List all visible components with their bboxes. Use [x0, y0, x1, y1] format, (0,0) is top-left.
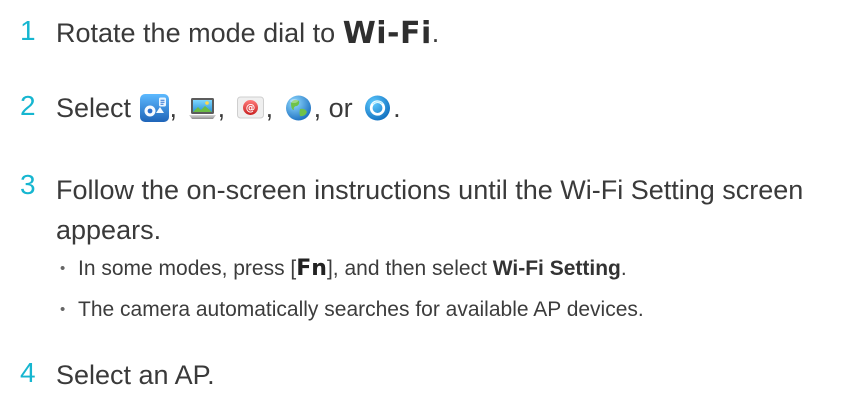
step-text-after: . [431, 18, 440, 48]
step-instruction: Rotate the mode dial to Wi-Fi. [56, 16, 834, 51]
step-instruction: Follow the on-screen instructions until … [56, 175, 804, 245]
fn-key-label: Fn [296, 256, 327, 281]
email-icon: @ [235, 92, 266, 127]
list-separator: , [217, 93, 226, 123]
step-instruction: Select an AP. [56, 360, 215, 390]
smart-camera-app-icon [139, 92, 170, 127]
list-separator: , or [313, 93, 353, 123]
step-instruction: Select , , @ , , or . [56, 91, 834, 127]
note-middle: ], and then select [326, 257, 493, 280]
wifi-setting-menu-label: Wi-Fi Setting [492, 257, 621, 280]
svg-text:@: @ [245, 104, 255, 115]
step-number: 2 [20, 90, 36, 121]
cloud-sync-icon [362, 92, 393, 127]
note-prefix: In some modes, press [ [78, 257, 297, 280]
step-text-before: Select [56, 93, 139, 123]
note-suffix: . [620, 257, 627, 280]
step-number: 4 [20, 357, 36, 388]
step-number: 3 [20, 169, 36, 200]
note-item: In some modes, press [Fn], and then sele… [60, 255, 820, 283]
globe-sns-icon [283, 92, 314, 127]
list-separator: , [169, 93, 178, 123]
step-text-before: Rotate the mode dial to [56, 18, 343, 48]
step-text-after: . [393, 93, 401, 123]
manual-page: 1 Rotate the mode dial to Wi-Fi. 2 Selec… [0, 0, 846, 407]
list-separator: , [265, 93, 274, 123]
note-item: The camera automatically searches for av… [60, 296, 820, 324]
wifi-mode-label: Wi-Fi [342, 16, 432, 51]
step-3-notes: In some modes, press [Fn], and then sele… [60, 255, 820, 337]
photo-viewer-on-laptop-icon [187, 92, 218, 127]
step-number: 1 [20, 15, 36, 46]
